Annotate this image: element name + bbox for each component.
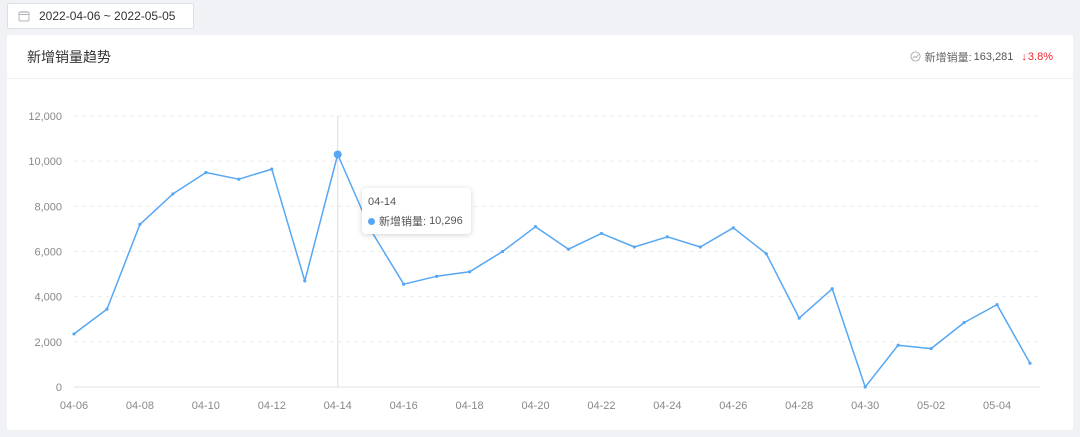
x-tick-label: 04-20 <box>521 400 549 412</box>
data-point <box>863 385 867 389</box>
y-tick-label: 2,000 <box>34 337 62 349</box>
x-tick-label: 04-06 <box>60 400 88 412</box>
y-tick-label: 10,000 <box>28 156 62 168</box>
y-tick-label: 8,000 <box>34 201 62 213</box>
data-point <box>929 347 933 351</box>
x-tick-label: 04-28 <box>785 400 813 412</box>
x-tick-label: 04-18 <box>456 400 484 412</box>
data-point <box>204 170 208 175</box>
series-dot <box>368 217 375 225</box>
tooltip-row: 新增销量: 10,296 <box>368 213 471 229</box>
y-tick-label: 0 <box>56 382 62 394</box>
data-point <box>731 226 735 230</box>
x-tick-label: 04-14 <box>324 400 352 412</box>
x-tick-label: 04-10 <box>192 400 220 412</box>
x-tick-label: 04-16 <box>390 400 418 412</box>
data-point <box>698 245 702 249</box>
series-line <box>73 153 1031 388</box>
y-tick-label: 12,000 <box>28 111 62 123</box>
data-point <box>566 247 571 251</box>
data-point <box>303 279 307 283</box>
data-point <box>500 249 505 254</box>
data-point <box>665 235 669 239</box>
data-point <box>995 302 999 307</box>
x-tick-label: 04-24 <box>653 400 681 412</box>
data-point <box>270 167 274 171</box>
highlight-point <box>333 150 342 159</box>
x-tick-label: 05-02 <box>917 400 945 412</box>
x-tick-label: 04-12 <box>258 400 286 412</box>
data-point <box>467 270 472 274</box>
data-point <box>632 245 637 249</box>
sales-line-chart: 0 2,000 4,000 6,000 8,000 10,000 12,000 04-06 04… <box>28 111 1040 412</box>
data-point <box>138 222 142 226</box>
data-point <box>237 177 241 181</box>
y-tick-label: 4,000 <box>34 292 62 304</box>
data-point <box>435 274 439 278</box>
x-tick-label: 04-30 <box>851 400 879 412</box>
data-point <box>962 321 966 325</box>
data-point <box>764 252 768 256</box>
x-tick-label: 04-22 <box>587 400 615 412</box>
data-point <box>171 192 175 196</box>
y-tick-label: 6,000 <box>34 247 62 259</box>
tooltip-title: 04-14 <box>368 196 397 208</box>
x-tick-label: 05-04 <box>983 400 1011 412</box>
data-point <box>599 231 604 236</box>
data-point <box>1028 361 1032 365</box>
data-point <box>797 316 801 320</box>
data-point <box>105 307 109 311</box>
data-point <box>533 225 538 229</box>
chart-tooltip: 04-14 新增销量: 10,296 <box>362 188 471 234</box>
data-point <box>896 343 900 347</box>
tooltip-series-label: 新增销量: <box>379 216 427 228</box>
x-tick-label: 04-26 <box>719 400 747 412</box>
tooltip-value: 10,296 <box>429 215 463 227</box>
x-tick-label: 04-08 <box>126 400 154 412</box>
data-point <box>830 287 834 291</box>
data-point <box>72 332 76 336</box>
data-point <box>402 282 406 286</box>
